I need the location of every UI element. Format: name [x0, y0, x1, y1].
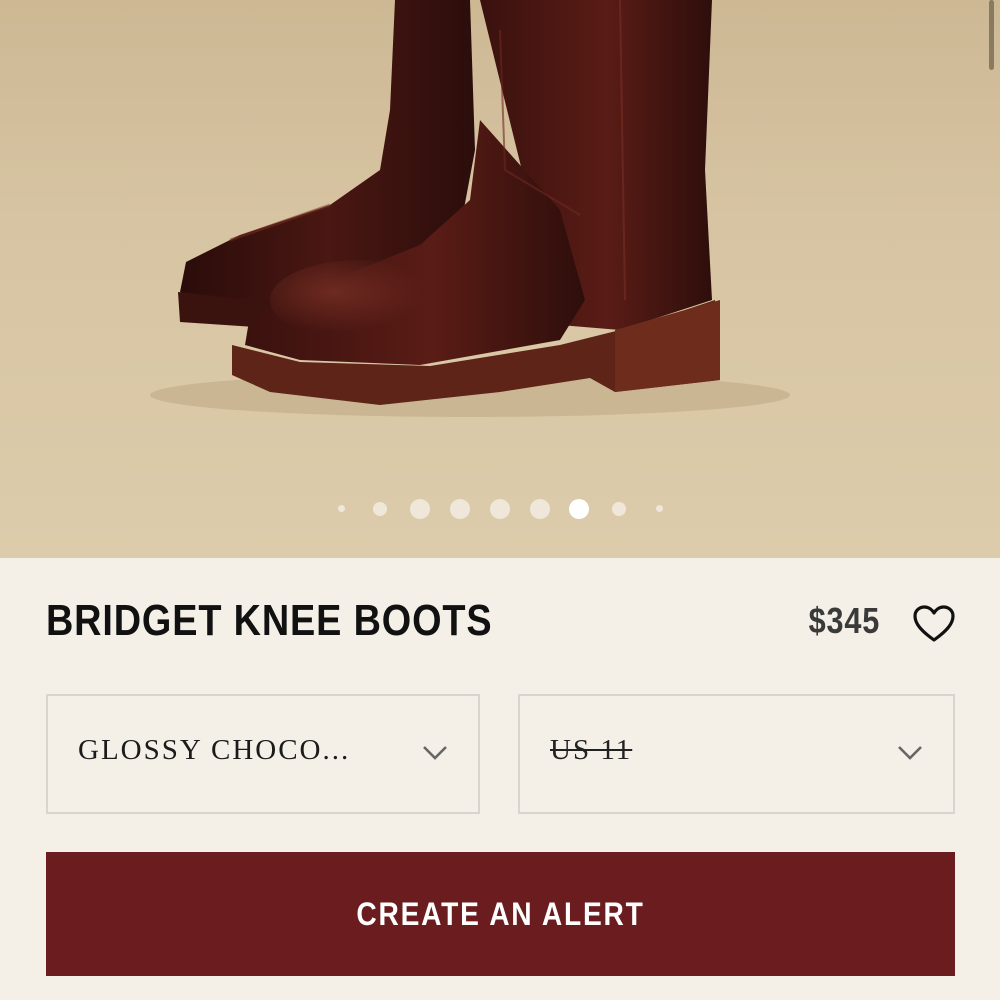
carousel-dot[interactable]: [373, 502, 387, 516]
chevron-down-icon: [423, 746, 447, 760]
carousel-pagination: [0, 496, 1000, 522]
product-image-carousel[interactable]: [0, 0, 1000, 558]
product-price: $345: [808, 600, 880, 641]
create-alert-button[interactable]: CREATE AN ALERT: [46, 852, 955, 976]
carousel-dot[interactable]: [450, 499, 470, 519]
color-select[interactable]: GLOSSY CHOCO...: [46, 694, 480, 814]
color-select-value: GLOSSY CHOCO...: [78, 734, 351, 766]
carousel-dot[interactable]: [410, 499, 430, 519]
size-select[interactable]: US 11: [518, 694, 955, 814]
heart-outline-icon: [913, 605, 955, 642]
product-photo: [150, 0, 790, 417]
product-title: BRIDGET KNEE BOOTS: [46, 596, 493, 645]
carousel-dot[interactable]: [530, 499, 550, 519]
wishlist-button[interactable]: [912, 604, 956, 644]
page-scrollbar[interactable]: [989, 0, 994, 70]
carousel-dot-active[interactable]: [569, 499, 589, 519]
chevron-down-icon: [898, 746, 922, 760]
carousel-dot[interactable]: [612, 502, 626, 516]
carousel-dot[interactable]: [338, 505, 345, 512]
create-alert-label: CREATE AN ALERT: [356, 895, 645, 932]
carousel-dot[interactable]: [490, 499, 510, 519]
size-select-value: US 11: [550, 734, 633, 766]
carousel-dot[interactable]: [656, 505, 663, 512]
